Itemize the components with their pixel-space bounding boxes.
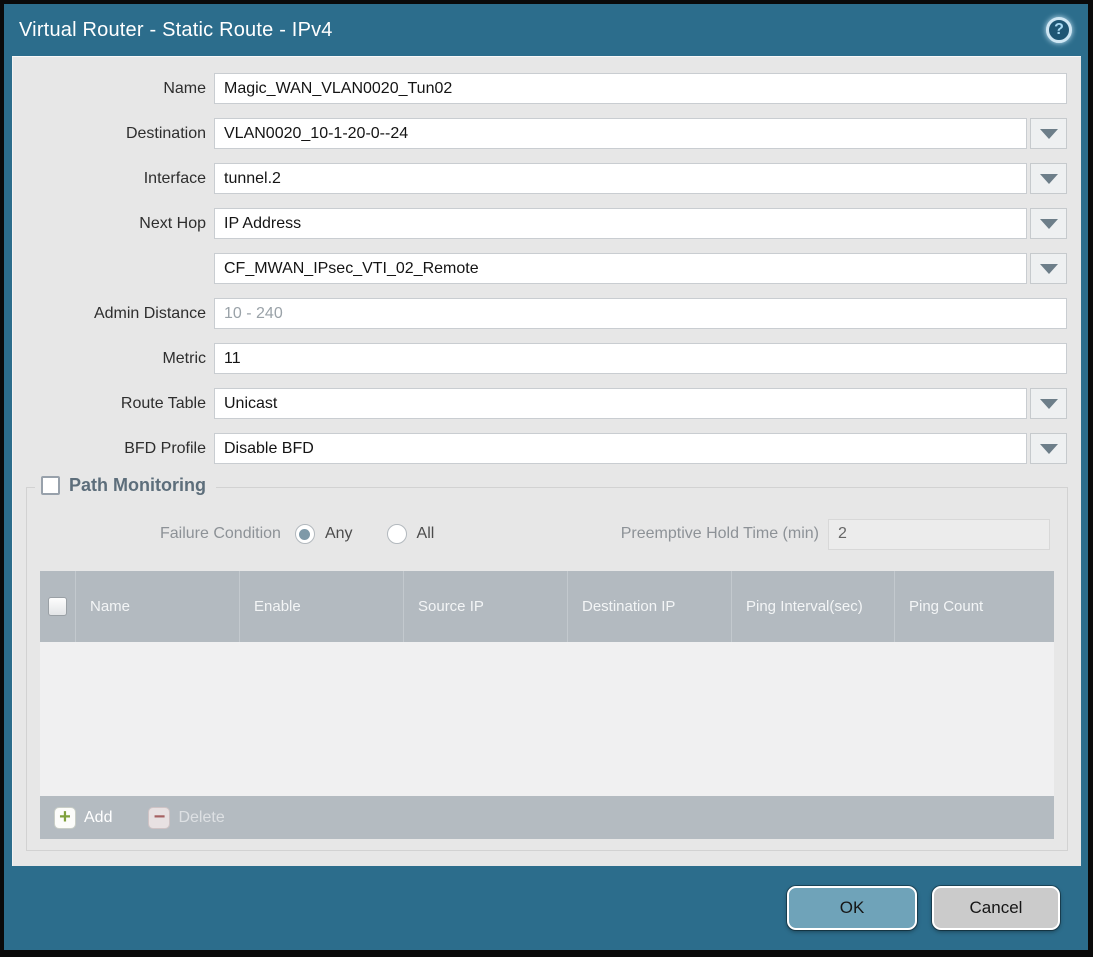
metric-label: Metric bbox=[13, 350, 206, 368]
next-hop-row: Next Hop bbox=[13, 208, 1067, 239]
destination-label: Destination bbox=[13, 125, 206, 143]
form-panel: Name Destination Interface Next Hop bbox=[12, 56, 1081, 866]
failure-condition-any-label: Any bbox=[325, 525, 353, 543]
metric-row: Metric bbox=[13, 343, 1067, 374]
name-label: Name bbox=[13, 80, 206, 98]
failure-condition-all-label: All bbox=[417, 525, 435, 543]
column-header-ping-count[interactable]: Ping Count bbox=[894, 571, 1054, 642]
next-hop-address-dropdown-button[interactable] bbox=[1030, 253, 1067, 284]
next-hop-address-input[interactable] bbox=[214, 253, 1027, 284]
table-header-row: Name Enable Source IP Destination IP Pin… bbox=[40, 571, 1054, 642]
admin-distance-row: Admin Distance bbox=[13, 298, 1067, 329]
static-route-dialog: Virtual Router - Static Route - IPv4 ? N… bbox=[4, 4, 1088, 950]
interface-dropdown-button[interactable] bbox=[1030, 163, 1067, 194]
path-monitoring-title: Path Monitoring bbox=[69, 475, 206, 496]
destination-dropdown-button[interactable] bbox=[1030, 118, 1067, 149]
table-body-empty bbox=[40, 642, 1054, 796]
interface-input[interactable] bbox=[214, 163, 1027, 194]
bfd-profile-input[interactable] bbox=[214, 433, 1027, 464]
route-table-input[interactable] bbox=[214, 388, 1027, 419]
admin-distance-input[interactable] bbox=[214, 298, 1067, 329]
path-monitoring-section: Path Monitoring Failure Condition Any Al… bbox=[26, 487, 1068, 851]
next-hop-address-row bbox=[13, 253, 1067, 284]
delete-button[interactable]: − Delete bbox=[148, 807, 224, 829]
next-hop-type-input[interactable] bbox=[214, 208, 1027, 239]
preemptive-hold-input[interactable] bbox=[828, 519, 1050, 550]
failure-condition-row: Failure Condition Any All Preemptive Hol… bbox=[27, 518, 1050, 550]
dialog-footer: OK Cancel bbox=[4, 866, 1088, 950]
cancel-button[interactable]: Cancel bbox=[932, 886, 1060, 930]
minus-icon: − bbox=[148, 807, 170, 829]
route-table-dropdown-button[interactable] bbox=[1030, 388, 1067, 419]
failure-condition-label: Failure Condition bbox=[160, 525, 281, 543]
next-hop-type-dropdown-button[interactable] bbox=[1030, 208, 1067, 239]
failure-condition-all-radio[interactable] bbox=[387, 524, 407, 544]
column-header-ping-interval[interactable]: Ping Interval(sec) bbox=[731, 571, 894, 642]
select-all-checkbox[interactable] bbox=[48, 597, 67, 616]
bfd-profile-dropdown-button[interactable] bbox=[1030, 433, 1067, 464]
destination-input[interactable] bbox=[214, 118, 1027, 149]
route-table-row: Route Table bbox=[13, 388, 1067, 419]
failure-condition-any-radio[interactable] bbox=[295, 524, 315, 544]
name-row: Name bbox=[13, 73, 1067, 104]
path-monitoring-table: Name Enable Source IP Destination IP Pin… bbox=[40, 571, 1054, 839]
column-header-source-ip[interactable]: Source IP bbox=[403, 571, 567, 642]
delete-button-label: Delete bbox=[178, 809, 224, 827]
column-header-enable[interactable]: Enable bbox=[239, 571, 403, 642]
table-toolbar: + Add − Delete bbox=[40, 796, 1054, 839]
interface-label: Interface bbox=[13, 170, 206, 188]
metric-input[interactable] bbox=[214, 343, 1067, 374]
ok-button[interactable]: OK bbox=[787, 886, 917, 930]
add-button-label: Add bbox=[84, 809, 112, 827]
bfd-profile-label: BFD Profile bbox=[13, 440, 206, 458]
dialog-titlebar: Virtual Router - Static Route - IPv4 ? bbox=[4, 4, 1088, 56]
next-hop-label: Next Hop bbox=[13, 215, 206, 233]
interface-row: Interface bbox=[13, 163, 1067, 194]
add-button[interactable]: + Add bbox=[54, 807, 112, 829]
select-all-cell bbox=[40, 571, 75, 642]
route-table-label: Route Table bbox=[13, 395, 206, 413]
bfd-profile-row: BFD Profile bbox=[13, 433, 1067, 464]
admin-distance-label: Admin Distance bbox=[13, 305, 206, 323]
help-icon[interactable]: ? bbox=[1046, 17, 1072, 43]
column-header-destination-ip[interactable]: Destination IP bbox=[567, 571, 731, 642]
path-monitoring-legend: Path Monitoring bbox=[35, 475, 216, 496]
preemptive-hold-label: Preemptive Hold Time (min) bbox=[621, 525, 819, 543]
column-header-name[interactable]: Name bbox=[75, 571, 239, 642]
plus-icon: + bbox=[54, 807, 76, 829]
dialog-title: Virtual Router - Static Route - IPv4 bbox=[19, 19, 333, 42]
path-monitoring-checkbox[interactable] bbox=[41, 476, 60, 495]
destination-row: Destination bbox=[13, 118, 1067, 149]
name-input[interactable] bbox=[214, 73, 1067, 104]
